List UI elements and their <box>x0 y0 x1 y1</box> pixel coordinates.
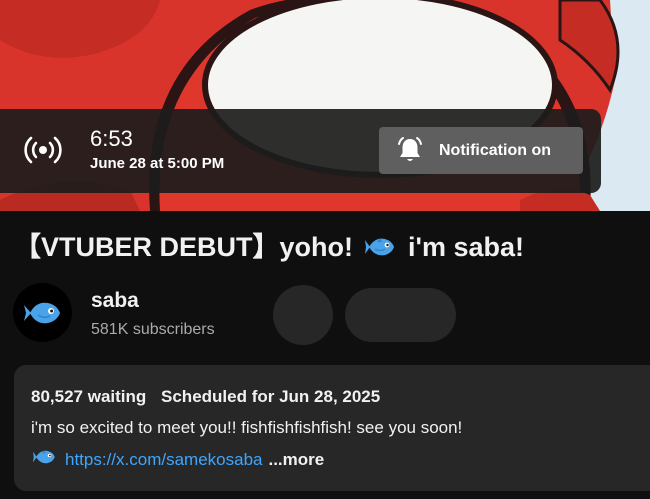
live-broadcast-icon <box>24 133 62 167</box>
premiere-date: June 28 at 5:00 PM <box>90 155 225 172</box>
video-title-prefix: 【VTUBER DEBUT】yoho! <box>14 232 353 262</box>
scheduled-date: Scheduled for Jun 28, 2025 <box>161 387 381 406</box>
channel-avatar[interactable] <box>13 283 72 342</box>
description-link-row: https://x.com/samekosaba ...more <box>33 447 324 472</box>
bell-icon <box>398 136 422 161</box>
channel-name[interactable]: saba <box>91 289 139 313</box>
fish-emoji-icon <box>364 234 397 268</box>
video-title-suffix: i'm saba! <box>408 232 524 262</box>
video-title: 【VTUBER DEBUT】yoho! i'm saba! <box>14 230 524 268</box>
loading-placeholder-circle <box>273 285 333 345</box>
notification-on-button[interactable]: Notification on <box>379 127 583 174</box>
description-text: i'm so excited to meet you!! fishfishfis… <box>31 418 463 437</box>
watch-page: 6:53 June 28 at 5:00 PM Notification on … <box>0 0 650 499</box>
subscriber-count: 581K subscribers <box>91 321 215 338</box>
notification-button-label: Notification on <box>439 141 551 159</box>
countdown-time: 6:53 <box>90 126 133 151</box>
fish-avatar-icon <box>23 302 60 323</box>
description-meta: 80,527 waiting Scheduled for Jun 28, 202… <box>31 387 380 407</box>
waiting-count: 80,527 waiting <box>31 387 147 406</box>
description-link[interactable]: https://x.com/samekosaba <box>65 450 262 470</box>
show-more-button[interactable]: ...more <box>268 450 324 470</box>
loading-placeholder-button <box>345 288 456 342</box>
fish-emoji-icon <box>33 447 57 472</box>
